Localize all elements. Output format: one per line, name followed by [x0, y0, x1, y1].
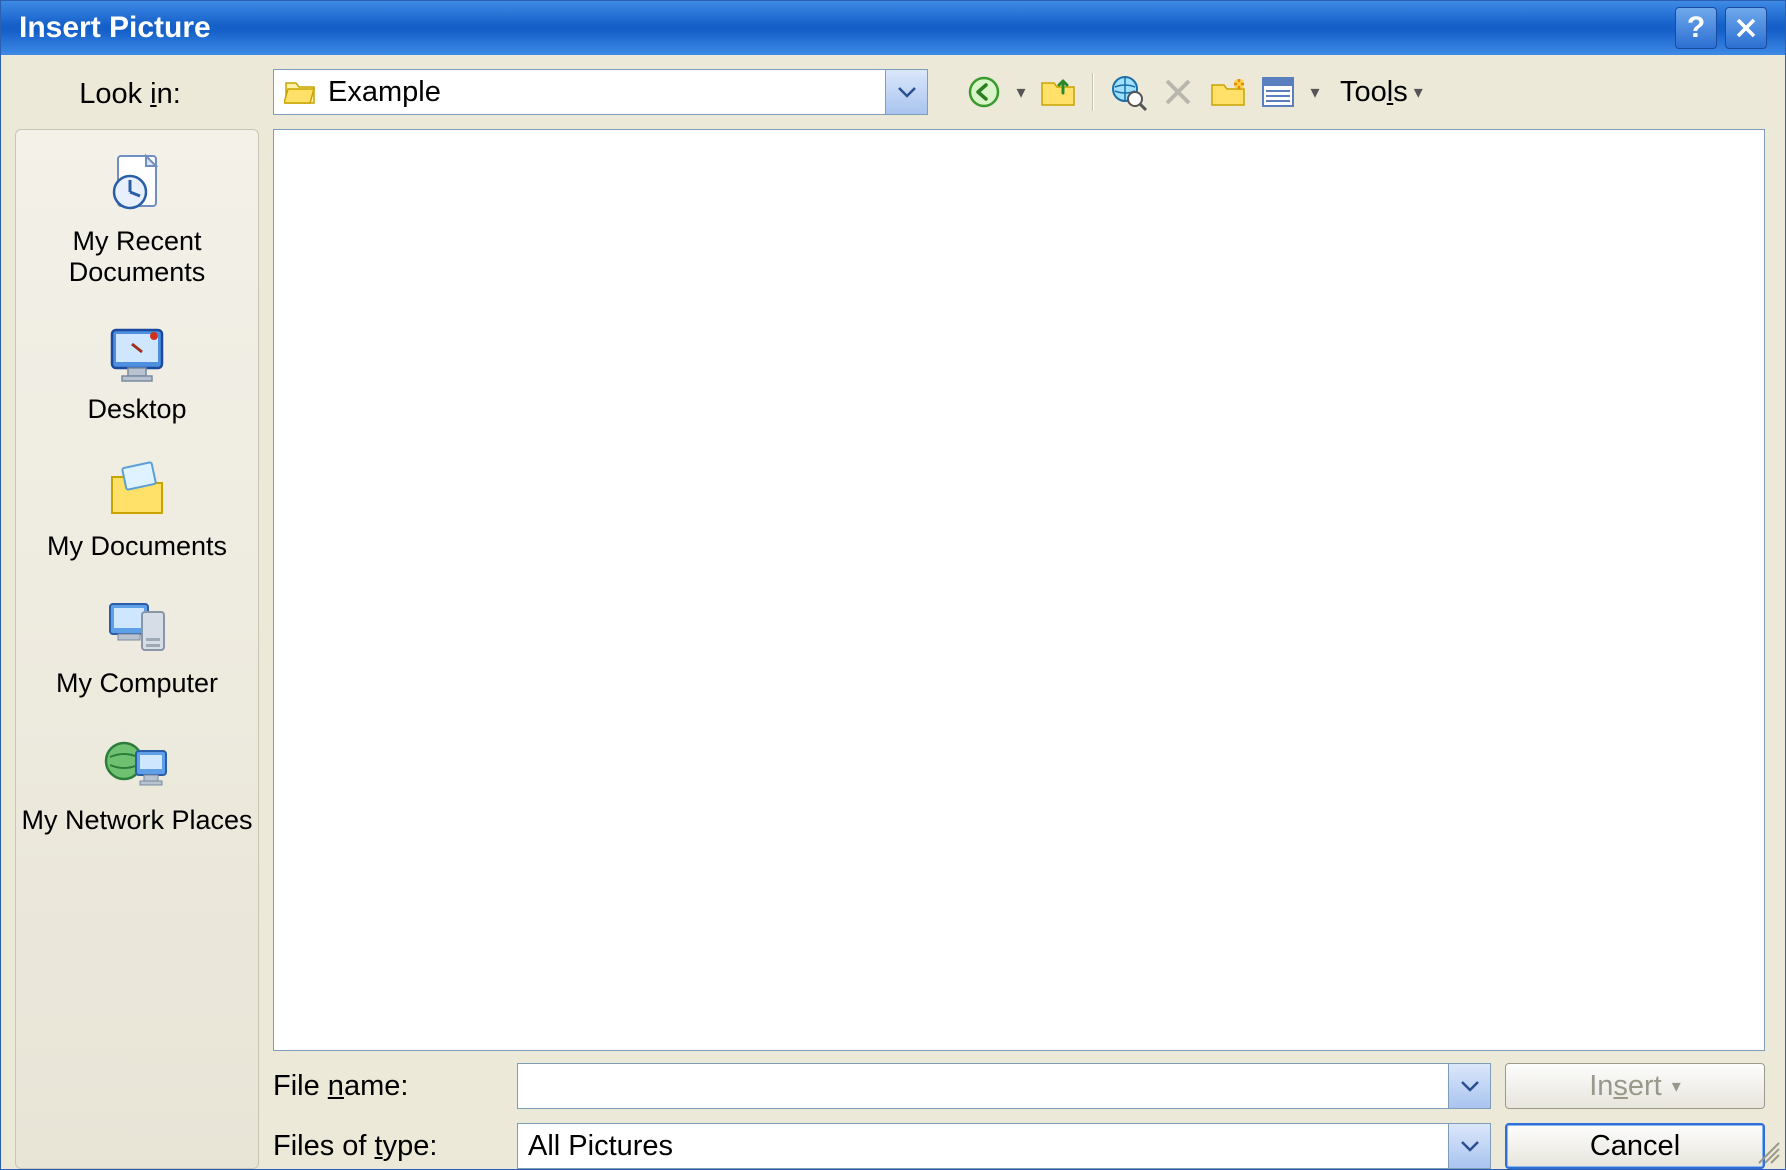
chevron-down-icon: ▾	[1672, 1076, 1681, 1097]
chevron-down-icon	[1461, 1080, 1479, 1092]
back-button[interactable]	[962, 70, 1006, 114]
filename-input[interactable]	[517, 1063, 1491, 1109]
help-icon: ?	[1687, 11, 1705, 45]
tools-menu[interactable]: Tools ▾	[1330, 72, 1427, 113]
place-desktop[interactable]: Desktop	[16, 312, 258, 431]
network-places-icon	[102, 729, 172, 799]
folder-up-icon	[1039, 75, 1077, 109]
my-documents-icon	[102, 455, 172, 525]
main-area: My Recent Documents Desktop	[1, 119, 1785, 1169]
insert-button[interactable]: Insert ▾	[1505, 1063, 1765, 1109]
views-button[interactable]	[1256, 70, 1300, 114]
chevron-down-icon	[898, 86, 916, 98]
filename-dropdown-button[interactable]	[1448, 1064, 1490, 1108]
filetype-combo[interactable]: All Pictures	[517, 1123, 1491, 1169]
chevron-down-icon: ▾	[1414, 82, 1423, 103]
delete-button[interactable]	[1156, 70, 1200, 114]
place-my-computer[interactable]: My Computer	[16, 586, 258, 705]
delete-x-icon	[1163, 77, 1193, 107]
help-button[interactable]: ?	[1675, 7, 1717, 49]
bottom-panel: File name: Insert ▾	[273, 1063, 1765, 1169]
place-my-recent-documents[interactable]: My Recent Documents	[16, 144, 258, 294]
cancel-button[interactable]: Cancel	[1505, 1123, 1765, 1169]
lookin-dropdown-button[interactable]	[885, 70, 927, 114]
place-my-documents[interactable]: My Documents	[16, 449, 258, 568]
place-my-network-places[interactable]: My Network Places	[16, 723, 258, 842]
insert-picture-dialog: Insert Picture ? Look in:	[0, 0, 1786, 1170]
desktop-icon	[102, 318, 172, 388]
resize-grip-icon	[1753, 1137, 1781, 1165]
back-icon	[966, 74, 1002, 110]
toolbar: ▾	[942, 70, 1427, 114]
file-list-pane[interactable]	[273, 129, 1765, 1051]
filetype-dropdown-button[interactable]	[1448, 1124, 1490, 1168]
chevron-down-icon	[1461, 1140, 1479, 1152]
close-button[interactable]	[1725, 7, 1767, 49]
place-label: My Computer	[56, 668, 218, 699]
title-bar: Insert Picture ?	[1, 1, 1785, 55]
dialog-body: Look in: Example ▾	[1, 55, 1785, 1169]
recent-documents-icon	[102, 150, 172, 220]
back-dropdown[interactable]: ▾	[1012, 70, 1030, 114]
close-icon	[1735, 17, 1757, 39]
lookin-value: Example	[328, 76, 885, 109]
views-icon	[1260, 75, 1296, 109]
filename-label: File name:	[273, 1070, 503, 1103]
titlebar-buttons: ?	[1675, 7, 1767, 49]
filename-row: File name: Insert ▾	[273, 1063, 1765, 1109]
filetype-value: All Pictures	[528, 1130, 1448, 1163]
new-folder-button[interactable]	[1206, 70, 1250, 114]
place-label: Desktop	[87, 394, 186, 425]
folder-open-icon	[284, 79, 316, 105]
views-dropdown[interactable]: ▾	[1306, 70, 1324, 114]
filetype-label: Files of type:	[273, 1130, 503, 1163]
search-web-button[interactable]	[1106, 70, 1150, 114]
filetype-row: Files of type: All Pictures Cancel	[273, 1123, 1765, 1169]
place-label: My Documents	[47, 531, 227, 562]
place-label: My Network Places	[21, 805, 252, 836]
places-bar: My Recent Documents Desktop	[15, 129, 259, 1169]
resize-grip[interactable]	[1753, 1137, 1781, 1165]
my-computer-icon	[102, 592, 172, 662]
window-title: Insert Picture	[19, 11, 1675, 45]
place-label: My Recent Documents	[20, 226, 254, 288]
new-folder-icon	[1209, 75, 1247, 109]
up-one-level-button[interactable]	[1036, 70, 1080, 114]
lookin-row: Look in: Example ▾	[1, 55, 1785, 119]
globe-search-icon	[1109, 73, 1147, 111]
lookin-combo[interactable]: Example	[273, 69, 928, 115]
toolbar-separator	[1092, 73, 1094, 111]
lookin-label: Look in:	[1, 74, 259, 111]
